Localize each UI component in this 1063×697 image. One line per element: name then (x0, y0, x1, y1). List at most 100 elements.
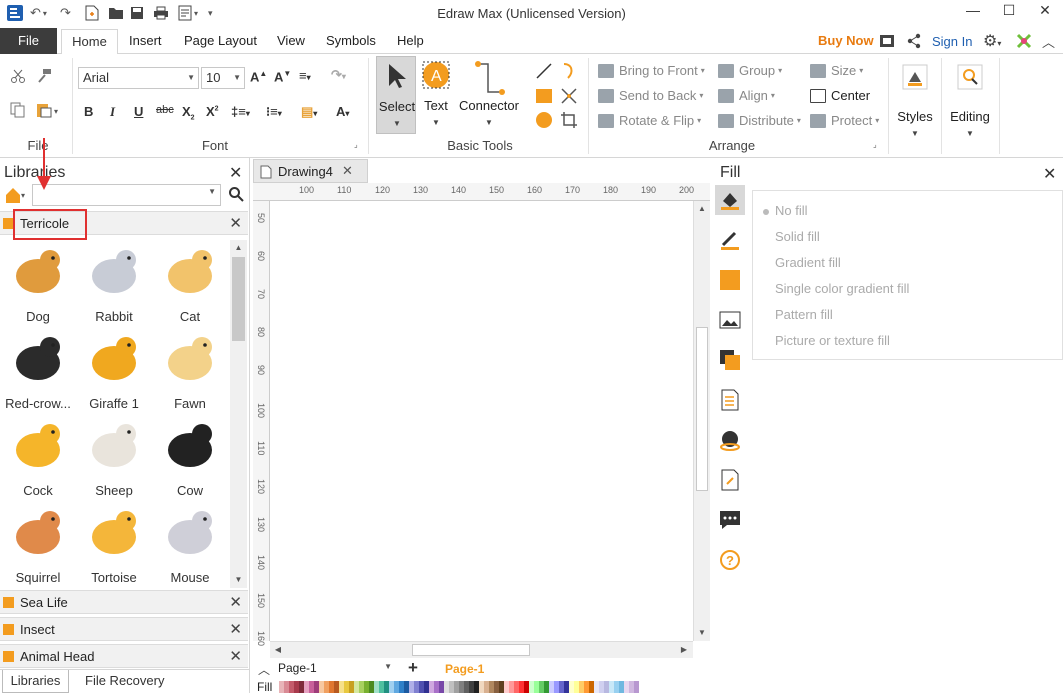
paste-icon[interactable]: ▾ (36, 102, 62, 121)
strikethrough-icon[interactable]: abc (156, 104, 174, 116)
center-button[interactable]: Center (810, 88, 870, 103)
scroll-down-icon[interactable]: ▼ (694, 625, 710, 641)
library-shape-item[interactable]: Tortoise (76, 503, 152, 589)
tab-symbols[interactable]: Symbols (326, 32, 376, 54)
rectangle-tool-icon[interactable] (535, 87, 553, 108)
styles-button[interactable]: Styles ▼ (894, 62, 936, 142)
tab-home[interactable]: Home (61, 29, 118, 55)
library-shape-item[interactable]: Cow (152, 416, 228, 502)
protect-button[interactable]: Protect ▾ (810, 113, 879, 128)
line-style-icon[interactable] (719, 229, 741, 251)
close-library-icon[interactable]: ✕ (229, 593, 242, 611)
rotate-flip-button[interactable]: Rotate & Flip ▾ (598, 113, 701, 128)
scroll-up-icon[interactable]: ▲ (230, 240, 247, 256)
scroll-right-icon[interactable]: ▶ (676, 642, 692, 658)
underline-icon[interactable]: U (134, 104, 143, 119)
library-scrollbar[interactable]: ▲ ▼ (230, 240, 247, 588)
format-painter-icon[interactable] (36, 68, 52, 87)
minimize-button[interactable]: — (958, 2, 988, 22)
scroll-up-icon[interactable]: ▲ (694, 201, 710, 217)
font-dialog-launcher-icon[interactable]: ⌟ (354, 140, 358, 149)
library-shape-item[interactable]: Red-crow... (0, 329, 76, 415)
properties-icon[interactable] (719, 389, 741, 411)
theme-icon[interactable] (1016, 33, 1032, 52)
settings-gear-icon[interactable]: ⚙▾ (983, 31, 1001, 51)
library-section-insect[interactable]: Insect ✕ (0, 617, 248, 641)
group-button[interactable]: Group ▾ (718, 63, 782, 78)
shrink-font-icon[interactable]: A▼ (274, 69, 291, 84)
fill-option-gradient[interactable]: Gradient fill (763, 255, 841, 270)
fill-option-solid[interactable]: Solid fill (763, 229, 820, 244)
fill-option-picture-texture[interactable]: Picture or texture fill (763, 333, 890, 348)
bring-to-front-button[interactable]: Bring to Front ▾ (598, 63, 705, 78)
close-library-icon[interactable]: ✕ (229, 214, 242, 232)
search-icon[interactable] (228, 186, 244, 205)
page-select[interactable]: Page-1 ▼ (278, 661, 396, 678)
library-shape-item[interactable]: Cat (152, 242, 228, 328)
tab-help[interactable]: Help (397, 32, 424, 54)
tab-file-recovery[interactable]: File Recovery (85, 670, 164, 693)
library-shape-item[interactable]: Mouse (152, 503, 228, 589)
ellipse-tool-icon[interactable] (535, 111, 553, 132)
text-tool-button[interactable]: A Text ▼ (421, 60, 453, 134)
library-shape-item[interactable]: Fawn (152, 329, 228, 415)
hyperlink-globe-icon[interactable] (719, 429, 741, 451)
library-search-input[interactable]: ▼ (32, 184, 221, 206)
close-libraries-icon[interactable]: ✕ (229, 163, 242, 183)
fill-option-single-color-gradient[interactable]: Single color gradient fill (763, 281, 909, 296)
copy-icon[interactable] (10, 102, 26, 121)
size-button[interactable]: Size ▾ (810, 63, 863, 78)
image-icon[interactable] (719, 309, 741, 331)
scroll-left-icon[interactable]: ◀ (270, 642, 286, 658)
superscript-icon[interactable]: X2 (206, 104, 219, 119)
attachment-icon[interactable] (719, 469, 741, 491)
search-dropdown-icon[interactable]: ▼ (208, 187, 216, 196)
maximize-button[interactable]: ☐ (994, 2, 1024, 22)
layers-icon[interactable] (719, 349, 741, 371)
file-menu-tab[interactable]: File (0, 28, 57, 54)
line-spacing-icon[interactable]: ‡≡▾ (231, 104, 250, 119)
scroll-down-icon[interactable]: ▼ (230, 572, 247, 588)
fill-icon[interactable] (719, 189, 741, 211)
pen-tool-icon[interactable] (560, 87, 578, 108)
text-highlight-icon[interactable]: ▤▾ (301, 104, 317, 120)
crop-tool-icon[interactable] (560, 111, 578, 132)
italic-icon[interactable]: I (110, 104, 115, 120)
library-home-icon[interactable]: ▾ (4, 186, 28, 207)
tab-view[interactable]: View (277, 32, 305, 54)
close-fill-panel-icon[interactable]: ✕ (1043, 164, 1056, 184)
arc-tool-icon[interactable] (560, 62, 578, 83)
active-page-tab[interactable]: Page-1 (445, 662, 484, 676)
text-align-icon[interactable]: ≡▾ (299, 68, 311, 83)
tab-page-layout[interactable]: Page Layout (184, 32, 257, 54)
cart-icon[interactable] (879, 34, 895, 51)
color-swatch[interactable] (634, 681, 639, 693)
distribute-button[interactable]: Distribute ▾ (718, 113, 801, 128)
font-size-select[interactable]: 10 ▼ (201, 67, 245, 89)
buy-now-link[interactable]: Buy Now (818, 33, 874, 48)
add-page-icon[interactable]: + (408, 658, 418, 678)
subscript-icon[interactable]: X2 (182, 104, 195, 122)
share-icon[interactable] (906, 33, 922, 52)
close-library-icon[interactable]: ✕ (229, 647, 242, 665)
vertical-scrollbar[interactable]: ▲ ▼ (693, 201, 710, 641)
library-shape-item[interactable]: Rabbit (76, 242, 152, 328)
fill-option-no-fill[interactable]: No fill (763, 203, 808, 218)
library-shape-item[interactable]: Squirrel (0, 503, 76, 589)
library-shape-item[interactable]: Sheep (76, 416, 152, 502)
font-color-icon[interactable]: A▾ (336, 104, 349, 119)
fill-option-pattern[interactable]: Pattern fill (763, 307, 833, 322)
library-section-animal-head[interactable]: Animal Head ✕ (0, 644, 248, 668)
tab-insert[interactable]: Insert (129, 32, 162, 54)
page-nav-up-icon[interactable]: ︿ (258, 661, 270, 678)
sign-in-link[interactable]: Sign In (932, 34, 972, 49)
collapse-ribbon-icon[interactable]: ︿ (1042, 32, 1055, 51)
scroll-thumb[interactable] (232, 257, 245, 341)
drawing-canvas[interactable] (270, 201, 693, 641)
font-family-select[interactable]: Arial ▼ (78, 67, 199, 89)
align-button[interactable]: Align ▾ (718, 88, 775, 103)
library-shape-item[interactable]: Dog (0, 242, 76, 328)
scroll-thumb[interactable] (412, 644, 530, 656)
comment-icon[interactable] (719, 509, 741, 531)
tab-libraries[interactable]: Libraries (2, 670, 69, 693)
